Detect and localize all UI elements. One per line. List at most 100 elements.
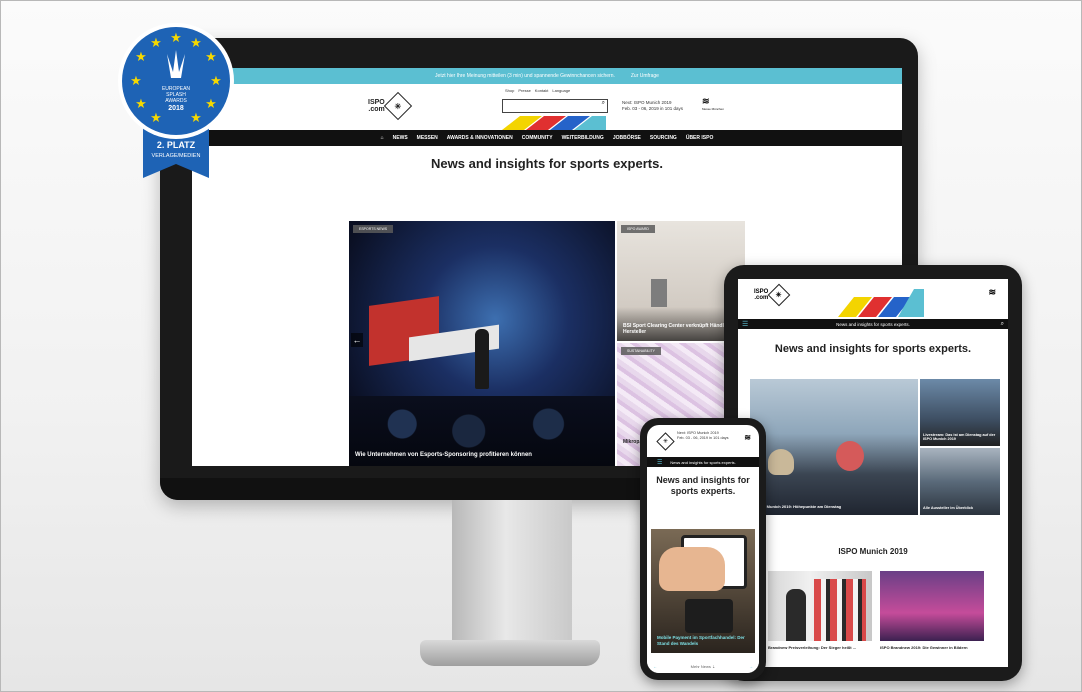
- logo-domain: .com: [368, 106, 385, 113]
- nav-sourcing[interactable]: SOURCING: [650, 135, 677, 141]
- brand-stripes-graphic: [502, 116, 606, 130]
- survey-banner[interactable]: Jetzt hier Ihre Meinung mitteilen (3 min…: [192, 68, 902, 84]
- messe-muenchen-icon: ≋: [702, 96, 710, 106]
- utility-nav: Shop Presse Kontakt Language: [505, 88, 570, 93]
- article-caption[interactable]: Alle Aussteller im Überblick: [923, 506, 973, 511]
- messe-muenchen-icon[interactable]: ≋: [744, 433, 751, 442]
- svg-text:★: ★: [205, 50, 217, 65]
- ski-display: [814, 579, 866, 641]
- svg-text:★: ★: [190, 111, 202, 126]
- next-event-info[interactable]: Next: ISPO Munich 2019 Feb. 03 - 06, 201…: [622, 100, 683, 112]
- svg-text:★: ★: [190, 36, 202, 51]
- hand-figure: [659, 547, 725, 591]
- utility-nav-language[interactable]: Language: [552, 88, 570, 93]
- article-card[interactable]: [880, 571, 984, 641]
- main-nav: ⌂ NEWS MESSEN AWARDS & INNOVATIONEN COMM…: [192, 130, 902, 146]
- article-caption[interactable]: Livestream: Das ist am Dienstag auf der …: [923, 433, 1000, 442]
- ispo-logo-icon[interactable]: ✳: [656, 432, 675, 451]
- svg-text:★: ★: [130, 74, 142, 89]
- search-input[interactable]: ⌕: [502, 99, 608, 113]
- article-caption[interactable]: Mobile Payment im Sportfachhandel: Der S…: [657, 635, 755, 647]
- menu-icon[interactable]: ☰: [742, 320, 748, 328]
- arrow-left-icon[interactable]: ←: [653, 664, 657, 669]
- next-event-date: Feb. 03 - 06, 2019 in 101 days: [622, 106, 684, 112]
- tablet-hero-side-1[interactable]: Livestream: Das ist am Dienstag auf der …: [920, 379, 1000, 446]
- card-caption[interactable]: Brandnew Preisverleihung: Der Sieger hei…: [768, 645, 874, 650]
- nav-messen[interactable]: MESSEN: [417, 135, 438, 141]
- logo-text: ISPO: [368, 99, 385, 106]
- phone-screen: ✳ Next: ISPO Munich 2019 Feb. 03 - 06, 2…: [647, 425, 759, 673]
- article-tag: SUSTAINABILITY: [621, 347, 661, 355]
- phone-header: ✳ Next: ISPO Munich 2019 Feb. 03 - 06, 2…: [647, 425, 759, 457]
- nav-weiterbildung[interactable]: WEITERBILDUNG: [562, 135, 604, 141]
- tablet-hero-side-2[interactable]: Alle Aussteller im Überblick: [920, 448, 1000, 515]
- arrow-left-icon[interactable]: ←: [351, 333, 363, 347]
- home-icon[interactable]: ⌂: [381, 135, 384, 141]
- nav-community[interactable]: COMMUNITY: [522, 135, 553, 141]
- utility-nav-kontakt[interactable]: Kontakt: [535, 88, 549, 93]
- splash-award-badge: ★ ★★ ★★★ ★★ ★★★ EUROPEAN SPLASH AWARDS 20…: [118, 23, 234, 178]
- phone-footer: ← Mehr News ⇣ →: [647, 659, 759, 673]
- tablet-hero-main[interactable]: ISPO Munich 2019: Höhepunkte am Dienstag: [750, 379, 918, 515]
- arrow-right-icon[interactable]: →: [749, 664, 753, 669]
- survey-text: Jetzt hier Ihre Meinung mitteilen (3 min…: [435, 73, 615, 79]
- svg-text:★: ★: [150, 36, 162, 51]
- phone-headline: News and insights for sports experts.: [656, 475, 750, 497]
- phone-bar-text: News and insights for sports experts.: [670, 459, 736, 465]
- nav-ueber-ispo[interactable]: ÜBER ISPO: [686, 135, 714, 141]
- nav-news[interactable]: NEWS: [393, 135, 408, 141]
- svg-text:★: ★: [210, 74, 222, 89]
- phone-article-image[interactable]: Mobile Payment im Sportfachhandel: Der S…: [651, 529, 755, 653]
- messe-muenchen-icon[interactable]: ≋: [988, 287, 996, 298]
- svg-text:★: ★: [135, 50, 147, 65]
- ispo-logo[interactable]: ISPO .com ✳: [368, 91, 412, 121]
- card-caption[interactable]: ISPO Brandnew 2019: Die Gewinner in Bild…: [880, 645, 1000, 650]
- ispo-logo-icon: ✳: [383, 91, 412, 121]
- tablet-ispo-logo[interactable]: ISPO .com ✳: [754, 283, 791, 307]
- messe-muenchen-logo[interactable]: ≋ Messe München: [702, 96, 724, 111]
- winner-figure: [786, 589, 806, 641]
- site-header: ISPO .com ✳ Shop Presse Kontakt Language…: [192, 84, 902, 130]
- phone-nav-bar: ☰ News and insights for sports experts.: [647, 457, 759, 467]
- article-caption[interactable]: ISPO Munich 2019: Höhepunkte am Dienstag: [756, 504, 841, 509]
- hero-main-article[interactable]: ESPORTS NEWS Wie Unternehmen von Esports…: [349, 221, 615, 466]
- messe-muenchen-label: Messe München: [702, 107, 725, 111]
- visitor-figure: [768, 449, 794, 475]
- monitor-stand: [452, 500, 572, 650]
- article-tag: ISPO AWARD: [621, 225, 655, 233]
- phone-device: ✳ Next: ISPO Munich 2019 Feb. 03 - 06, 2…: [640, 418, 766, 680]
- nav-jobboerse[interactable]: JOBBÖRSE: [613, 135, 641, 141]
- utility-nav-presse[interactable]: Presse: [518, 88, 530, 93]
- svg-text:★: ★: [205, 97, 217, 112]
- tablet-screen: ISPO .com ✳ ≋ ☰ News and insights for spo…: [738, 279, 1008, 667]
- badge-line3: AWARDS: [165, 98, 187, 104]
- more-news-link[interactable]: Mehr News ⇣: [691, 664, 716, 669]
- tablet-bar-text: News and insights for sports experts.: [836, 321, 910, 327]
- brand-stripes-graphic: [838, 289, 924, 317]
- nav-awards[interactable]: AWARDS & INNOVATIONEN: [447, 135, 513, 141]
- article-card[interactable]: [768, 571, 872, 641]
- ispo-logo-icon: ✳: [768, 283, 791, 307]
- article-tag: ESPORTS NEWS: [353, 225, 394, 233]
- next-event-info[interactable]: Next: ISPO Munich 2019 Feb. 03 - 06, 201…: [677, 431, 729, 441]
- utility-nav-shop[interactable]: Shop: [505, 88, 514, 93]
- badge-year: 2018: [168, 105, 184, 112]
- survey-link[interactable]: Zur Umfrage: [631, 73, 659, 79]
- badge-category: VERLAGE/MEDIEN: [152, 153, 201, 159]
- visitor-figure: [836, 441, 864, 471]
- tablet-device: ISPO .com ✳ ≋ ☰ News and insights for spo…: [724, 265, 1022, 681]
- badge-place: 2. PLATZ: [157, 140, 196, 150]
- article-caption[interactable]: Wie Unternehmen von Esports-Sponsoring p…: [355, 452, 532, 458]
- speaker-figure: [475, 329, 489, 389]
- svg-text:★: ★: [135, 97, 147, 112]
- search-icon[interactable]: ⌕: [1001, 321, 1004, 328]
- menu-icon[interactable]: ☰: [657, 459, 662, 466]
- tablet-nav-bar: ☰ News and insights for sports experts. …: [738, 319, 1008, 329]
- payment-terminal: [685, 599, 733, 633]
- tablet-headline: News and insights for sports experts.: [774, 343, 972, 355]
- podium: [651, 279, 667, 307]
- svg-text:★: ★: [150, 111, 162, 126]
- svg-text:★: ★: [170, 31, 182, 46]
- page-headline: News and insights for sports experts.: [431, 156, 663, 171]
- search-icon[interactable]: ⌕: [602, 100, 605, 107]
